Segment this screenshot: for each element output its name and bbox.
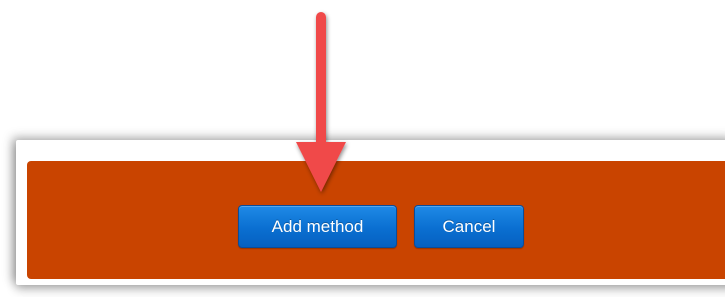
form-action-bar: Add method Cancel (27, 161, 725, 279)
add-method-button[interactable]: Add method (238, 205, 397, 248)
screenshot-stage: Add method Cancel (0, 0, 725, 297)
cancel-button[interactable]: Cancel (414, 205, 524, 248)
